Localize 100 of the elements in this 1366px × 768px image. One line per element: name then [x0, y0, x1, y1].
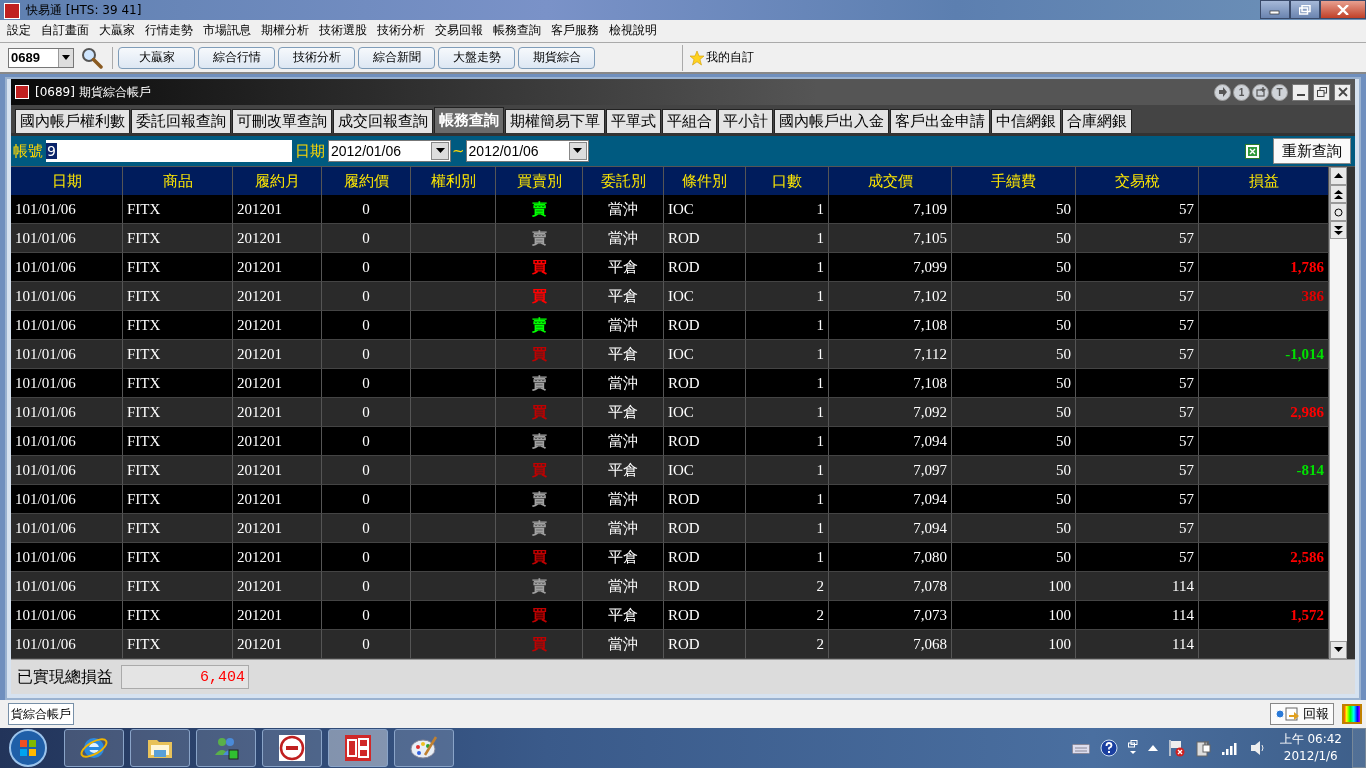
page-down-button[interactable] [1330, 221, 1347, 240]
export-button[interactable] [1214, 83, 1231, 101]
window-title: 快易通 [HTS: 39 41] [26, 2, 142, 19]
browser-taskbar-button[interactable] [64, 729, 124, 767]
menu-item[interactable]: 交易回報 [430, 22, 488, 40]
menu-item[interactable]: 設定 [2, 22, 36, 40]
topmost-button[interactable]: T [1271, 83, 1288, 101]
minimize-button[interactable] [1260, 0, 1290, 19]
table-cell: -814 [1296, 462, 1324, 480]
table-cell: 賣 [531, 230, 547, 248]
menu-item[interactable]: 技術選股 [314, 22, 372, 40]
double-down-arrow-icon [1334, 225, 1343, 235]
toolbar-button[interactable]: 技術分析 [278, 46, 355, 69]
restore-icon[interactable] [1127, 740, 1138, 756]
table-cell: 386 [1301, 288, 1324, 306]
range-separator: ~ [452, 142, 465, 161]
menu-item[interactable]: 帳務查詢 [488, 22, 546, 40]
table-cell: 賣 [531, 578, 547, 596]
report-icon [1275, 707, 1301, 722]
clock-time[interactable]: 上午 06:42 [1279, 731, 1342, 748]
date-label: 日期 [295, 141, 325, 161]
app-taskbar-button[interactable] [262, 729, 322, 767]
tab[interactable]: 平組合 [662, 109, 717, 134]
table-cell: 2,586 [1290, 549, 1324, 567]
date-dropdown[interactable]: 2012/01/06 [465, 140, 589, 163]
menu-item[interactable]: 期權分析 [256, 22, 314, 40]
close-button[interactable] [1334, 83, 1351, 101]
tab[interactable]: 帳務查詢 [434, 107, 504, 134]
close-button[interactable] [1320, 0, 1366, 19]
table-cell: 買 [531, 404, 547, 422]
window-tab[interactable]: 貨綜合帳戶 [8, 703, 74, 726]
tab[interactable]: 客戶出金申請 [890, 109, 990, 134]
help-icon[interactable] [1099, 739, 1118, 757]
app-logo-icon [15, 85, 29, 100]
circle-icon [1334, 207, 1343, 217]
menu-item[interactable]: 檢視說明 [604, 22, 662, 40]
table-cell: 1,786 [1290, 259, 1324, 277]
down-arrow-icon [1334, 647, 1343, 654]
tab[interactable]: 中信網銀 [991, 109, 1061, 134]
toolbar-button[interactable]: 綜合行情 [198, 46, 275, 69]
star-icon [689, 49, 705, 66]
tab[interactable]: 期權簡易下單 [505, 109, 605, 134]
number-button[interactable]: 1 [1233, 83, 1250, 101]
tab[interactable]: 平小計 [718, 109, 773, 134]
app-taskbar-button[interactable] [328, 729, 388, 767]
scroll-center-button[interactable] [1330, 203, 1347, 222]
messenger-taskbar-button[interactable] [196, 729, 256, 767]
tab[interactable]: 成交回報查詢 [333, 109, 433, 134]
menu-item[interactable]: 大贏家 [94, 22, 140, 40]
dropdown-arrow-icon [62, 55, 70, 61]
excel-export-icon[interactable] [1245, 143, 1260, 159]
toolbar-button[interactable]: 大盤走勢 [438, 46, 515, 69]
power-plug-icon[interactable] [1195, 739, 1212, 757]
table-cell: 買 [531, 636, 547, 654]
tab[interactable]: 平單式 [606, 109, 661, 134]
color-palette-icon[interactable] [1342, 704, 1362, 725]
paint-taskbar-button[interactable] [394, 729, 454, 767]
flag-error-icon[interactable] [1167, 739, 1186, 757]
tab[interactable]: 委託回報查詢 [131, 109, 231, 134]
account-field[interactable]: 9 [46, 140, 292, 163]
stock-code-dropdown[interactable]: 0689 [8, 47, 74, 68]
table-cell: 賣 [531, 317, 547, 335]
date-dropdown[interactable]: 2012/01/06 [328, 140, 451, 163]
page-up-button[interactable] [1330, 185, 1347, 204]
menu-item[interactable]: 市場訊息 [198, 22, 256, 40]
show-hidden-icons-button[interactable] [1147, 745, 1158, 751]
start-button[interactable] [8, 728, 48, 768]
refresh-button[interactable]: 重新查詢 [1273, 138, 1351, 165]
folder-taskbar-button[interactable] [130, 729, 190, 767]
table-cell: 買 [531, 346, 547, 364]
tab[interactable]: 可刪改單查詢 [232, 109, 332, 134]
add-window-button[interactable] [1252, 83, 1269, 101]
menu-item[interactable]: 自訂畫面 [36, 22, 94, 40]
tab[interactable]: 國內帳戶出入金 [774, 109, 889, 134]
maximize-button[interactable] [1290, 0, 1320, 19]
tab[interactable]: 國內帳戶權利數 [15, 109, 130, 134]
table-cell: 買 [531, 607, 547, 625]
clock-date[interactable]: 2012/1/6 [1283, 748, 1338, 765]
toolbar-button[interactable]: 綜合新聞 [358, 46, 435, 69]
menu-item[interactable]: 行情走勢 [140, 22, 198, 40]
volume-icon[interactable] [1249, 740, 1266, 756]
toolbar-button[interactable]: 大贏家 [118, 46, 195, 69]
menu-item[interactable]: 技術分析 [372, 22, 430, 40]
maximize-button[interactable] [1313, 83, 1330, 101]
scroll-down-button[interactable] [1330, 641, 1347, 660]
signal-icon[interactable] [1221, 741, 1240, 755]
minimize-button[interactable] [1292, 83, 1309, 101]
favorites-link[interactable]: 我的自訂 [706, 49, 754, 67]
menu-item[interactable]: 客戶服務 [546, 22, 604, 40]
dropdown-arrow-icon [435, 148, 445, 155]
report-button[interactable]: 回報 [1270, 703, 1334, 726]
double-up-arrow-icon [1334, 189, 1343, 199]
table-cell: 賣 [531, 491, 547, 509]
tab[interactable]: 合庫網銀 [1062, 109, 1132, 134]
close-icon [1337, 87, 1348, 98]
scroll-up-button[interactable] [1330, 167, 1347, 186]
up-arrow-icon [1334, 173, 1343, 180]
keyboard-icon[interactable] [1071, 742, 1090, 754]
search-icon[interactable] [81, 46, 103, 69]
toolbar-button[interactable]: 期貨綜合 [518, 46, 595, 69]
